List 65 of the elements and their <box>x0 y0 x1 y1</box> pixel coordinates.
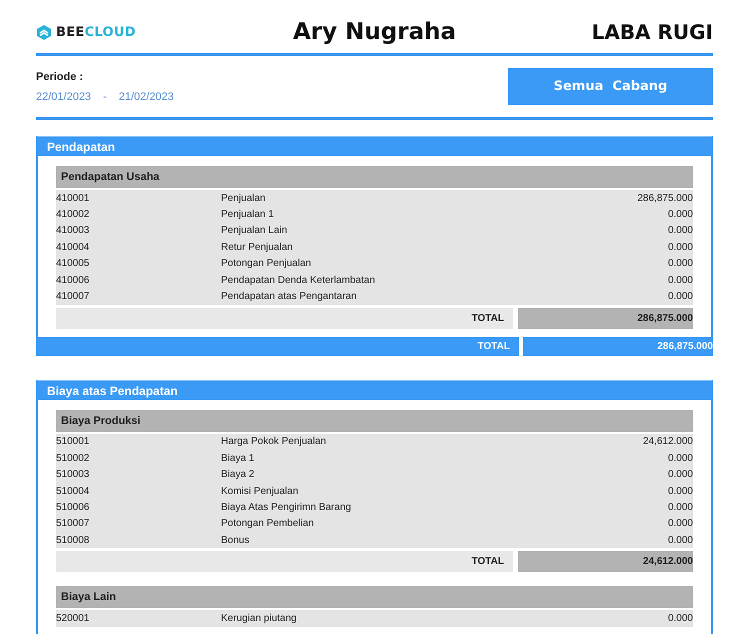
report-title: LABA RUGI <box>590 20 713 44</box>
account-name: Biaya 2 <box>221 469 256 480</box>
section-title: Biaya atas Pendapatan <box>38 380 711 400</box>
group-title: Biaya Lain <box>56 586 693 608</box>
account-name: Bonus <box>221 534 250 546</box>
account-code: 510003 <box>56 469 90 480</box>
account-amount: 0.000 <box>666 502 693 513</box>
owner-name: Ary Nugraha <box>293 19 456 45</box>
account-name: Potongan Pembelian <box>221 518 315 530</box>
account-code: 510006 <box>56 502 90 513</box>
account-name: Penjualan Lain <box>221 225 288 236</box>
account-code: 510008 <box>56 534 90 546</box>
logo-wordmark: BEECLOUD <box>56 24 136 40</box>
account-name: Biaya 1 <box>221 452 256 464</box>
account-code: 510007 <box>56 518 90 530</box>
account-name: Retur Penjualan <box>221 242 294 253</box>
account-name: Pendapatan atas Pengantaran <box>221 291 358 302</box>
account-code: 410002 <box>56 209 90 220</box>
section-total-label: TOTAL <box>36 336 519 356</box>
logo-icon <box>36 24 52 40</box>
account-code: 410001 <box>56 192 90 204</box>
account-code: 510001 <box>56 436 90 448</box>
account-code: 410004 <box>56 242 90 253</box>
group-total-label: TOTAL <box>56 308 513 329</box>
branch-button[interactable]: Semua Cabang <box>508 68 713 105</box>
account-name: Potongan Penjualan <box>221 258 312 270</box>
account-amount: 0.000 <box>666 225 693 236</box>
account-amount: 0.000 <box>666 486 693 497</box>
account-amount: 0.000 <box>666 452 693 464</box>
account-name: Komisi Penjualan <box>221 486 300 497</box>
group-title: Pendapatan Usaha <box>56 166 693 188</box>
account-amount: 0.000 <box>666 613 693 624</box>
end-date: 21/02/2023 <box>118 90 174 102</box>
section-title: Pendapatan <box>38 137 711 156</box>
account-name: Pendapatan Denda Keterlambatan <box>221 274 376 286</box>
account-amount: 0.000 <box>666 518 693 530</box>
account-amount: 24,612.000 <box>642 436 693 448</box>
account-amount: 0.000 <box>666 291 693 302</box>
account-name: Biaya Atas Pengirimn Barang <box>221 502 352 513</box>
account-code: 520001 <box>56 613 90 624</box>
account-code: 410006 <box>56 274 90 286</box>
account-name: Kerugian piutang <box>221 613 298 624</box>
group-total-value: 286,875.000 <box>518 308 693 329</box>
account-code: 510002 <box>56 452 90 464</box>
group-total-value: 24,612.000 <box>518 551 693 572</box>
period-label: Periode : <box>36 70 84 82</box>
group-title: Biaya Produksi <box>56 410 693 432</box>
account-amount: 0.000 <box>666 209 693 220</box>
account-code: 510004 <box>56 486 90 497</box>
account-name: Penjualan <box>221 192 266 204</box>
account-amount: 0.000 <box>666 274 693 286</box>
account-amount: 0.000 <box>666 258 693 270</box>
start-date: 22/01/2023 <box>36 90 92 102</box>
account-amount: 0.000 <box>666 242 693 253</box>
account-amount: 0.000 <box>666 534 693 546</box>
account-name: Penjualan 1 <box>221 209 275 220</box>
account-code: 410007 <box>56 291 90 302</box>
account-name: Harga Pokok Penjualan <box>221 436 328 448</box>
date-separator: - <box>103 90 107 102</box>
account-code: 410005 <box>56 258 90 270</box>
account-amount: 286,875.000 <box>636 192 693 204</box>
account-amount: 0.000 <box>666 469 693 480</box>
account-code: 410003 <box>56 225 90 236</box>
section-total-value: 286,875.000 <box>523 336 713 356</box>
group-total-label: TOTAL <box>56 551 513 572</box>
